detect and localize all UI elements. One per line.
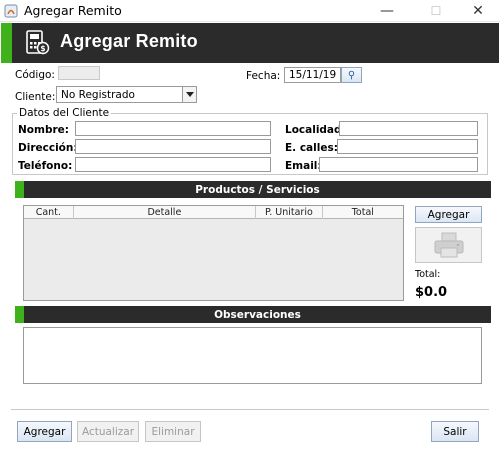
update-button[interactable]: Actualizar: [77, 421, 139, 442]
add-product-button[interactable]: Agregar: [415, 206, 482, 223]
email-label: Email:: [285, 160, 322, 172]
telefono-field[interactable]: [75, 157, 271, 172]
cliente-selected-value: No Registrado: [61, 89, 135, 101]
codigo-label: Código:: [15, 69, 55, 81]
localidad-field[interactable]: [339, 121, 478, 136]
products-table[interactable]: Cant. Detalle P. Unitario Total: [23, 205, 404, 301]
column-header-detalle[interactable]: Detalle: [74, 206, 257, 219]
codigo-field[interactable]: [58, 66, 100, 80]
direccion-label: Dirección:: [18, 142, 78, 154]
chevron-down-icon[interactable]: [182, 87, 196, 102]
column-header-total[interactable]: Total: [323, 206, 403, 219]
products-section-accent: [15, 181, 24, 198]
exit-button[interactable]: Salir: [431, 421, 479, 442]
ecalles-field[interactable]: [337, 139, 478, 154]
save-remito-button[interactable]: Agregar: [17, 421, 72, 442]
total-value: $0.0: [415, 285, 448, 300]
java-app-icon: [4, 4, 18, 18]
telefono-label: Teléfono:: [18, 160, 73, 172]
column-header-cant[interactable]: Cant.: [24, 206, 74, 219]
ecalles-label: E. calles:: [285, 142, 338, 154]
date-picker-button[interactable]: ⚲: [341, 67, 362, 83]
page-title: Agregar Remito: [60, 31, 198, 51]
header-accent: [1, 23, 12, 63]
svg-text:$: $: [40, 44, 45, 53]
nombre-field[interactable]: [75, 121, 271, 136]
close-button[interactable]: ✕: [455, 0, 500, 22]
observations-section-accent: [15, 306, 24, 323]
cliente-select[interactable]: No Registrado: [56, 86, 197, 103]
localidad-label: Localidad:: [285, 124, 346, 136]
delete-button[interactable]: Eliminar: [145, 421, 201, 442]
minimize-button[interactable]: —: [364, 0, 410, 22]
fecha-field[interactable]: 15/11/19: [284, 67, 341, 83]
total-label: Total:: [415, 269, 441, 280]
products-table-header: Cant. Detalle P. Unitario Total: [24, 206, 403, 219]
maximize-button[interactable]: ☐: [413, 0, 459, 22]
email-field[interactable]: [319, 157, 478, 172]
fecha-label: Fecha:: [246, 70, 281, 82]
direccion-field[interactable]: [75, 139, 271, 154]
observations-section-header: Observaciones: [24, 306, 491, 323]
column-header-p-unitario[interactable]: P. Unitario: [256, 206, 323, 219]
observations-textarea[interactable]: [23, 327, 482, 384]
footer-divider: [11, 409, 489, 410]
cash-register-icon: $: [26, 30, 50, 55]
window-title: Agregar Remito: [24, 3, 122, 18]
cliente-label: Cliente:: [15, 91, 56, 103]
print-button[interactable]: [415, 227, 482, 263]
nombre-label: Nombre:: [18, 124, 69, 136]
client-data-title: Datos del Cliente: [17, 107, 112, 119]
products-section-header: Productos / Servicios: [24, 181, 491, 198]
printer-icon: [434, 232, 463, 258]
